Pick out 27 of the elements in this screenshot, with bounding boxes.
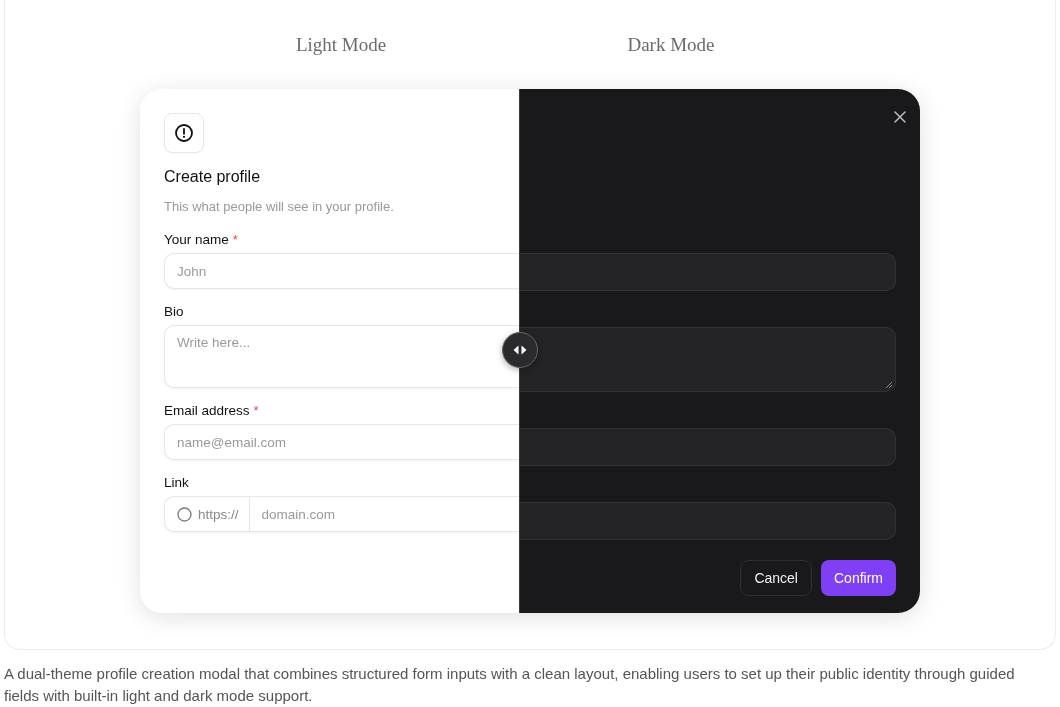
dark-input-field[interactable] bbox=[520, 327, 896, 392]
field-label: Your name bbox=[164, 231, 229, 247]
cancel-button[interactable]: Cancel bbox=[740, 560, 812, 596]
modal-subtitle: This what people will see in your profile. bbox=[164, 198, 394, 216]
input-field[interactable]: John bbox=[164, 253, 519, 289]
confirm-button[interactable]: Confirm bbox=[821, 560, 896, 596]
modal-title: Create profile bbox=[164, 167, 261, 187]
bio-field[interactable]: Write here... bbox=[164, 325, 519, 388]
resize-grip-icon bbox=[885, 381, 893, 389]
dark-input-field[interactable] bbox=[520, 428, 896, 466]
required-mark: * bbox=[232, 231, 238, 247]
required-mark: * bbox=[253, 402, 259, 418]
alert-icon bbox=[164, 113, 204, 153]
dark-input-field[interactable] bbox=[520, 253, 896, 291]
url-prefix: https:// bbox=[198, 506, 239, 522]
field-label: Email address bbox=[164, 402, 250, 418]
caption: A dual-theme profile creation modal that combines structured form inputs with a clean layout, enabling users to set up their public identity through guided fields with built-in light and dark mode support. bbox=[4, 664, 1016, 706]
dark-input-field[interactable] bbox=[520, 502, 896, 540]
field-label: Link bbox=[164, 474, 189, 490]
link-field[interactable]: https:// domain.com bbox=[164, 496, 519, 532]
input-field[interactable]: name@email.com bbox=[164, 424, 519, 460]
field-label: Bio bbox=[164, 303, 184, 319]
mode-heading: Dark Mode bbox=[626, 34, 716, 56]
close-icon[interactable] bbox=[894, 111, 906, 123]
mode-heading: Light Mode bbox=[294, 34, 388, 56]
domain-input[interactable]: domain.com bbox=[249, 497, 519, 531]
circle-icon bbox=[177, 506, 192, 522]
